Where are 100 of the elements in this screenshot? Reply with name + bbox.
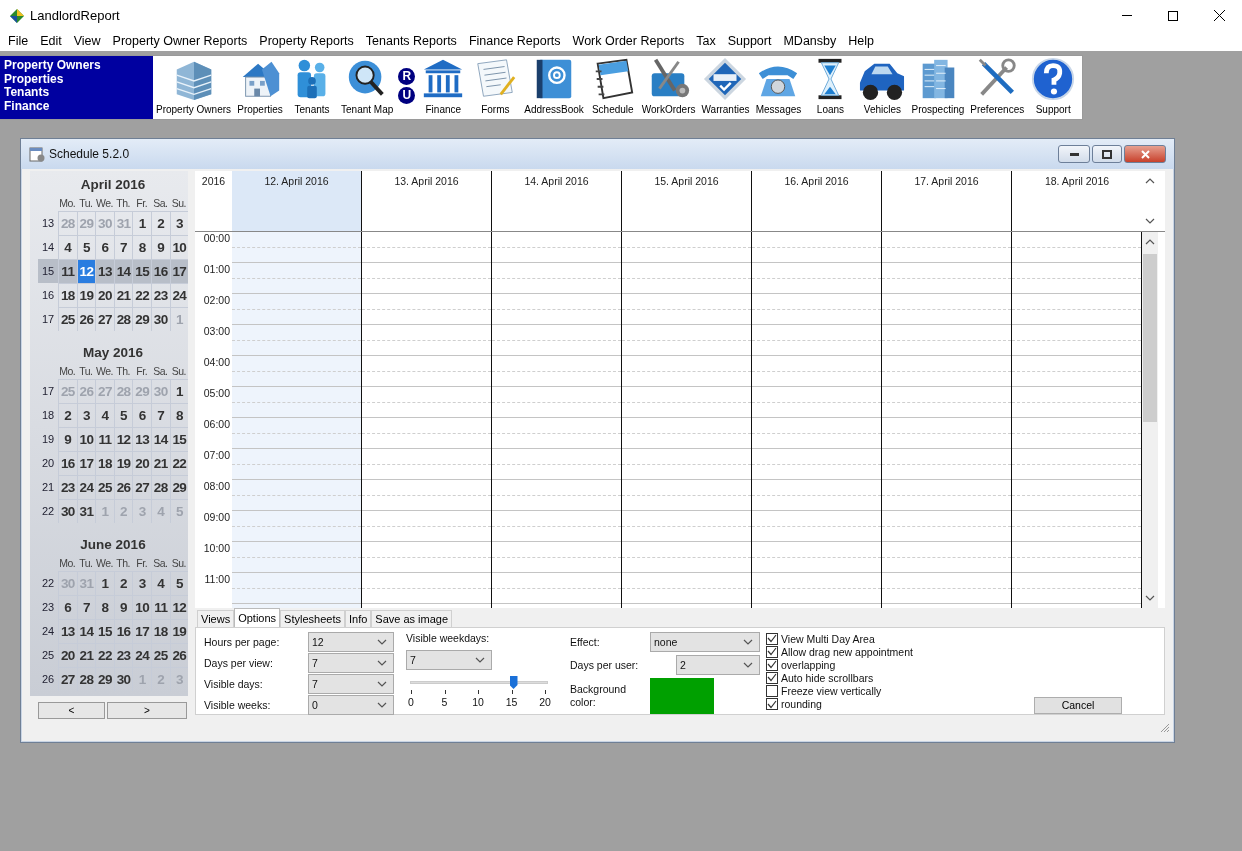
calendar-day[interactable]: 19: [76, 283, 96, 307]
calendar-day[interactable]: 28: [76, 667, 96, 691]
calendar-day[interactable]: 9: [150, 235, 170, 259]
tab[interactable]: Info: [344, 610, 372, 627]
menu-item[interactable]: Tenants Reports: [359, 34, 463, 48]
week-row[interactable]: 23 6 7 8 9 10 11 12: [38, 595, 188, 619]
toolbar-button[interactable]: WorkOrders: [638, 56, 699, 115]
dropdown[interactable]: none: [650, 632, 760, 653]
calendar-day[interactable]: 16: [113, 619, 133, 643]
calendar-day[interactable]: 17: [169, 259, 189, 283]
vertical-scrollbar[interactable]: [1142, 232, 1158, 608]
calendar-day[interactable]: 11: [95, 427, 114, 451]
calendar-day[interactable]: 18: [150, 619, 170, 643]
calendar-day[interactable]: 13: [132, 427, 151, 451]
toolbar-button[interactable]: Loans: [804, 56, 857, 115]
calendar-day[interactable]: 1: [169, 379, 189, 403]
calendar-day[interactable]: 27: [58, 667, 77, 691]
calendar-day[interactable]: 24: [76, 475, 96, 499]
calendar-day[interactable]: 26: [76, 307, 96, 331]
quick-link[interactable]: Properties: [4, 72, 149, 86]
week-row[interactable]: 13 28 29 30 31 1 2 3: [38, 211, 188, 235]
week-row[interactable]: 19 9 10 11 12 13 14 15: [38, 427, 188, 451]
menu-item[interactable]: Help: [842, 34, 880, 48]
menu-item[interactable]: View: [67, 34, 107, 48]
calendar-day[interactable]: 1: [132, 211, 151, 235]
tab[interactable]: Save as image: [371, 610, 453, 627]
calendar-day[interactable]: 19: [169, 619, 189, 643]
calendar-day[interactable]: 8: [132, 235, 151, 259]
quick-link[interactable]: Property Owners: [4, 59, 149, 73]
tab[interactable]: Options: [234, 608, 281, 627]
calendar-day[interactable]: 4: [95, 403, 114, 427]
calendar-day[interactable]: 7: [76, 595, 96, 619]
calendar-day[interactable]: 3: [76, 403, 96, 427]
calendar-day[interactable]: 12: [169, 595, 189, 619]
calendar-day[interactable]: 2: [150, 211, 170, 235]
toolbar-button[interactable]: Messages: [752, 56, 805, 115]
calendar-day[interactable]: 26: [169, 643, 189, 667]
calendar-day[interactable]: 8: [95, 595, 114, 619]
calendar-day[interactable]: 17: [76, 451, 96, 475]
menu-item[interactable]: MDansby: [777, 34, 843, 48]
calendar-day[interactable]: 14: [76, 619, 96, 643]
calendar-day[interactable]: 30: [150, 307, 170, 331]
week-row[interactable]: 24 13 14 15 16 17 18 19: [38, 619, 188, 643]
calendar-day[interactable]: 15: [132, 259, 151, 283]
week-row[interactable]: 25 20 21 22 23 24 25 26: [38, 643, 188, 667]
week-row[interactable]: 21 23 24 25 26 27 28 29: [38, 475, 188, 499]
week-row[interactable]: 17 25 26 27 28 29 30 1: [38, 379, 188, 403]
calendar-day[interactable]: 21: [76, 643, 96, 667]
checkbox[interactable]: [766, 658, 778, 671]
checkbox[interactable]: [766, 672, 778, 684]
calendar-day[interactable]: 20: [132, 451, 151, 475]
cancel-button[interactable]: Cancel: [1034, 696, 1122, 714]
calendar-day[interactable]: 10: [132, 595, 151, 619]
calendar-day[interactable]: 14: [150, 427, 170, 451]
toolbar-button[interactable]: AddressBook: [521, 56, 587, 115]
toolbar-button[interactable]: Tenants: [286, 56, 339, 115]
dropdown[interactable]: 12: [308, 632, 394, 652]
calendar-day[interactable]: 29: [132, 307, 151, 331]
calendar-day[interactable]: 3: [132, 571, 151, 595]
calendar-day[interactable]: 30: [113, 667, 133, 691]
calendar-day[interactable]: 19: [113, 451, 133, 475]
dropdown[interactable]: 7: [406, 650, 492, 670]
calendar-day[interactable]: 10: [76, 427, 96, 451]
calendar-day[interactable]: 13: [58, 619, 77, 643]
day-header[interactable]: 15. April 2016: [622, 171, 752, 231]
calendar-day[interactable]: 27: [95, 307, 114, 331]
calendar-day[interactable]: 25: [58, 307, 77, 331]
menu-item[interactable]: Property Owner Reports: [106, 34, 254, 48]
calendar-day[interactable]: 4: [58, 235, 77, 259]
calendar-day[interactable]: 6: [132, 403, 151, 427]
calendar-day[interactable]: 13: [95, 259, 114, 283]
calendar-day[interactable]: 27: [132, 475, 151, 499]
slider-thumb[interactable]: [509, 676, 518, 689]
calendar-day[interactable]: 21: [150, 451, 170, 475]
tab[interactable]: Stylesheets: [280, 610, 345, 627]
toolbar-button[interactable]: Finance: [417, 56, 470, 115]
calendar-day[interactable]: 17: [132, 619, 151, 643]
calendar-day[interactable]: 4: [150, 571, 170, 595]
calendar-day[interactable]: 11: [58, 259, 77, 283]
checkbox[interactable]: [766, 632, 778, 645]
toolbar-button[interactable]: Vehicles: [856, 56, 909, 115]
calendar-day[interactable]: 23: [113, 643, 133, 667]
menu-item[interactable]: Support: [721, 34, 778, 48]
dropdown[interactable]: 7: [308, 674, 394, 694]
close-button[interactable]: [1124, 145, 1166, 163]
calendar-day[interactable]: 10: [169, 235, 189, 259]
calendar-day[interactable]: 16: [150, 259, 170, 283]
week-row[interactable]: 20 16 17 18 19 20 21 22: [38, 451, 188, 475]
menu-item[interactable]: Work Order Reports: [566, 34, 691, 48]
day-header[interactable]: 14. April 2016: [492, 171, 622, 231]
calendar-day[interactable]: 9: [113, 595, 133, 619]
next-button[interactable]: >: [107, 702, 187, 719]
menu-item[interactable]: Property Reports: [253, 34, 360, 48]
calendar-day[interactable]: 5: [169, 571, 189, 595]
dropdown[interactable]: 7: [308, 653, 394, 673]
week-row[interactable]: 15 11 12 13 14 15 16 17: [38, 259, 188, 283]
calendar-day[interactable]: 24: [132, 643, 151, 667]
checkbox[interactable]: [766, 698, 778, 711]
week-row[interactable]: 17 25 26 27 28 29 30 1: [38, 307, 188, 331]
letter-badge[interactable]: R: [398, 67, 416, 85]
